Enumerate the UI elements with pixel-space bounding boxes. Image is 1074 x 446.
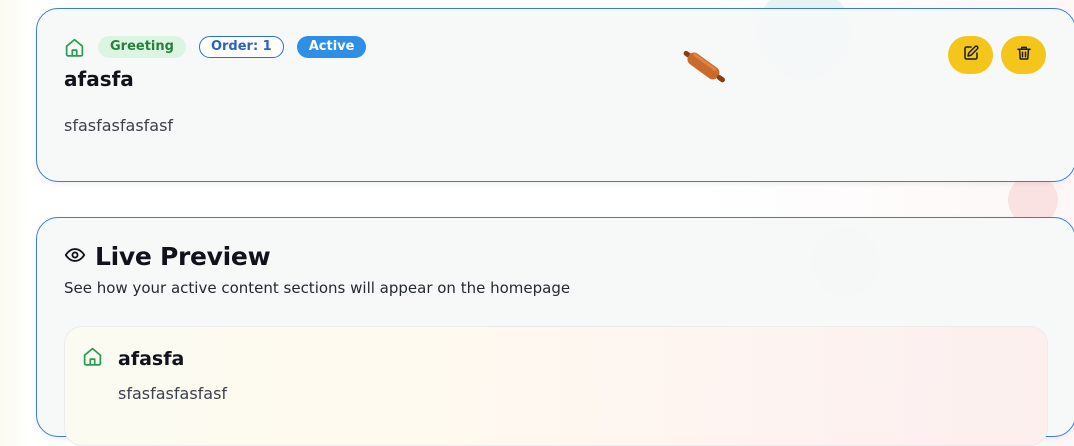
live-preview-header: Live Preview — [64, 242, 271, 271]
content-item-card: Greeting Order: 1 Active afasfa sfasfasf… — [36, 8, 1074, 182]
live-preview-card: Live Preview See how your active content… — [36, 217, 1074, 446]
type-badge: Greeting — [98, 36, 186, 58]
trash-icon — [1015, 44, 1033, 66]
preview-item-title: afasfa — [118, 348, 185, 370]
order-badge: Order: 1 — [198, 36, 284, 58]
edit-button[interactable] — [948, 36, 993, 74]
item-title: afasfa — [64, 67, 134, 91]
rolling-pin-decoration — [677, 47, 731, 91]
preview-item-description: sfasfasfasfasf — [118, 384, 228, 403]
eye-icon — [64, 244, 86, 270]
edit-icon — [962, 44, 980, 66]
item-description: sfasfasfasfasf — [64, 116, 174, 135]
delete-button[interactable] — [1001, 36, 1046, 74]
preview-content-item: afasfa sfasfasfasfasf — [64, 326, 1048, 446]
home-icon — [64, 37, 85, 58]
badge-row: Greeting Order: 1 Active — [64, 36, 367, 58]
status-badge: Active — [296, 36, 367, 58]
live-preview-subtitle: See how your active content sections wil… — [64, 279, 571, 297]
home-icon — [82, 346, 103, 371]
live-preview-title: Live Preview — [95, 242, 271, 271]
